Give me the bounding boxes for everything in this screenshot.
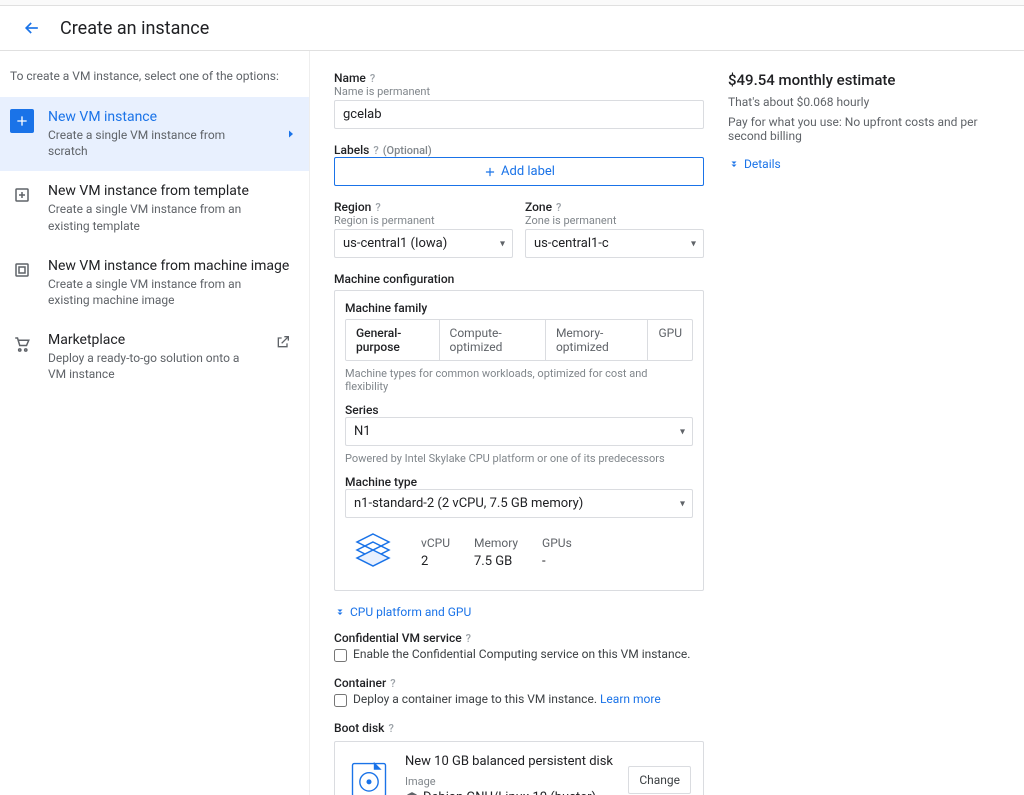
- zone-hint: Zone is permanent: [525, 214, 704, 227]
- help-icon[interactable]: ?: [466, 632, 471, 645]
- price-hourly: That's about $0.068 hourly: [728, 95, 1008, 109]
- sidebar-item-desc: Create a single VM instance from an exis…: [48, 276, 248, 308]
- machine-config-title: Machine configuration: [334, 272, 704, 286]
- chevrons-down-icon: [728, 158, 740, 170]
- series-label: Series: [345, 403, 693, 417]
- confidential-checkbox-row[interactable]: Enable the Confidential Computing servic…: [334, 647, 704, 662]
- back-arrow-icon[interactable]: [20, 16, 44, 40]
- gpus-label: GPUs: [542, 536, 572, 550]
- confidential-title: Confidential VM service: [334, 631, 462, 645]
- boot-disk-name: New 10 GB balanced persistent disk: [405, 754, 614, 769]
- tab-compute-optimized[interactable]: Compute-optimized: [440, 320, 546, 360]
- series-desc: Powered by Intel Skylake CPU platform or…: [345, 452, 693, 465]
- sidebar-item-desc: Deploy a ready-to-go solution onto a VM …: [48, 350, 248, 382]
- container-checkbox[interactable]: [334, 694, 347, 707]
- sidebar-item-template[interactable]: New VM instance from template Create a s…: [0, 171, 309, 245]
- tab-general-purpose[interactable]: General-purpose: [346, 320, 440, 360]
- form-column: Name ? Name is permanent Labels ? (Optio…: [334, 71, 704, 795]
- help-icon[interactable]: ?: [556, 201, 561, 214]
- boot-os: Debian GNU/Linux 10 (buster): [423, 790, 596, 795]
- learn-more-link[interactable]: Learn more: [600, 692, 661, 706]
- confidential-checkbox[interactable]: [334, 649, 347, 662]
- template-icon: [10, 183, 34, 207]
- memory-value: 7.5 GB: [474, 554, 518, 569]
- machine-family-tabs: General-purpose Compute-optimized Memory…: [345, 319, 693, 361]
- price-details-link[interactable]: Details: [728, 157, 1008, 171]
- machine-type-select[interactable]: n1-standard-2 (2 vCPU, 7.5 GB memory): [345, 489, 693, 518]
- name-input[interactable]: [334, 100, 704, 129]
- help-icon[interactable]: ?: [370, 72, 375, 85]
- boot-disk-title: Boot disk: [334, 721, 384, 735]
- sidebar-intro: To create a VM instance, select one of t…: [0, 69, 309, 97]
- cpu-stack-icon: [349, 528, 397, 576]
- labels-optional: (Optional): [383, 144, 432, 157]
- sidebar-item-desc: Create a single VM instance from scratch: [48, 127, 248, 159]
- chevron-right-icon: [285, 128, 297, 140]
- sidebar-item-machine-image[interactable]: New VM instance from machine image Creat…: [0, 246, 309, 320]
- region-label: Region: [334, 200, 371, 214]
- help-icon[interactable]: ?: [373, 144, 378, 157]
- change-boot-disk-button[interactable]: Change: [628, 766, 691, 794]
- price-desc: Pay for what you use: No upfront costs a…: [728, 115, 1008, 143]
- sidebar-item-desc: Create a single VM instance from an exis…: [48, 201, 248, 233]
- sidebar-item-label: New VM instance from template: [48, 183, 249, 199]
- boot-image-label: Image: [405, 775, 614, 788]
- sidebar-item-label: New VM instance from machine image: [48, 258, 289, 274]
- page-header: Create an instance: [0, 6, 1024, 51]
- add-label-button[interactable]: Add label: [334, 157, 704, 186]
- disk-icon: [347, 758, 391, 795]
- cpu-platform-link[interactable]: CPU platform and GPU: [334, 605, 704, 619]
- machine-type-label: Machine type: [345, 475, 693, 489]
- container-title: Container: [334, 676, 386, 690]
- tab-gpu[interactable]: GPU: [648, 320, 692, 360]
- plus-icon: [483, 165, 497, 179]
- vcpu-value: 2: [421, 554, 450, 569]
- shield-icon: [405, 791, 419, 795]
- sidebar-item-new-vm[interactable]: New VM instance Create a single VM insta…: [0, 97, 309, 171]
- vcpu-label: vCPU: [421, 536, 450, 550]
- cart-icon: [10, 332, 34, 356]
- zone-select[interactable]: us-central1-c: [525, 229, 704, 258]
- sidebar-item-marketplace[interactable]: Marketplace Deploy a ready-to-go solutio…: [0, 320, 309, 394]
- machine-family-label: Machine family: [345, 301, 693, 315]
- region-select[interactable]: us-central1 (Iowa): [334, 229, 513, 258]
- zone-label: Zone: [525, 200, 552, 214]
- tab-memory-optimized[interactable]: Memory-optimized: [546, 320, 649, 360]
- sidebar: To create a VM instance, select one of t…: [0, 51, 310, 795]
- page-title: Create an instance: [60, 18, 209, 39]
- sidebar-item-label: New VM instance: [48, 109, 248, 125]
- sidebar-item-label: Marketplace: [48, 332, 248, 348]
- container-checkbox-row[interactable]: Deploy a container image to this VM inst…: [334, 692, 704, 707]
- launch-icon: [275, 334, 291, 350]
- price-monthly: $49.54 monthly estimate: [728, 71, 1008, 89]
- labels-label: Labels: [334, 143, 369, 157]
- chevrons-down-icon: [334, 606, 346, 618]
- help-icon[interactable]: ?: [390, 677, 395, 690]
- machine-image-icon: [10, 258, 34, 282]
- name-label: Name: [334, 71, 366, 85]
- name-hint: Name is permanent: [334, 85, 704, 98]
- plus-box-icon: [10, 109, 34, 133]
- help-icon[interactable]: ?: [388, 722, 393, 735]
- memory-label: Memory: [474, 536, 518, 550]
- machine-family-desc: Machine types for common workloads, opti…: [345, 367, 693, 393]
- region-hint: Region is permanent: [334, 214, 513, 227]
- series-select[interactable]: N1: [345, 417, 693, 446]
- gpus-value: -: [542, 554, 572, 569]
- pricing-panel: $49.54 monthly estimate That's about $0.…: [728, 71, 1008, 795]
- help-icon[interactable]: ?: [375, 201, 380, 214]
